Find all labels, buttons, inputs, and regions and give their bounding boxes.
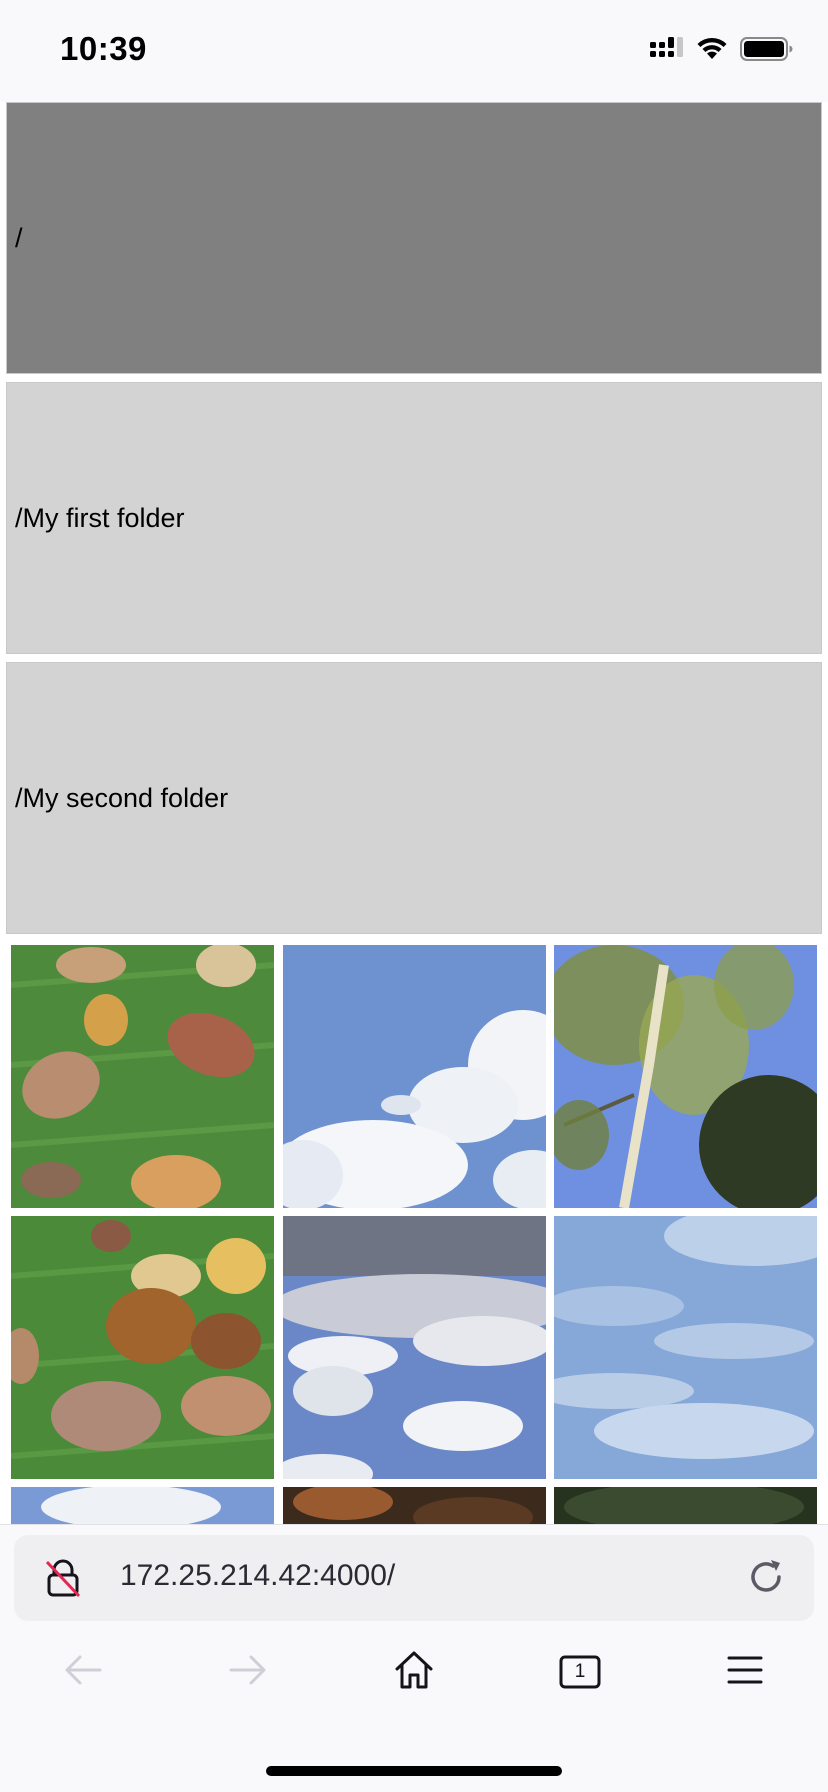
status-time: 10:39 (60, 30, 147, 67)
forward-arrow-icon (227, 1649, 269, 1696)
back-arrow-icon (62, 1649, 104, 1696)
photo-thumbnail-leaves[interactable] (11, 1216, 274, 1479)
battery-icon (740, 36, 794, 67)
forward-button[interactable] (215, 1639, 281, 1705)
photo-thumbnail-leaves[interactable] (11, 945, 274, 1208)
reload-icon[interactable] (746, 1557, 788, 1599)
web-content: / /My first folder /My second folder (0, 102, 828, 1524)
photo-thumbnail-pale-sky[interactable] (554, 1216, 817, 1479)
menu-icon (725, 1652, 765, 1693)
folder-tile-my-first-folder[interactable]: /My first folder (6, 382, 822, 654)
tabs-icon: 1 (559, 1655, 601, 1689)
browser-toolbar: 172.25.214.42:4000/ 1 (0, 1524, 828, 1792)
folder-tile-root[interactable]: / (6, 102, 822, 374)
home-indicator (266, 1766, 562, 1776)
status-bar: 10:39 (0, 0, 828, 102)
insecure-lock-icon[interactable] (42, 1557, 84, 1599)
folder-label: /My second folder (15, 782, 229, 813)
wifi-icon (696, 37, 728, 66)
tabs-button[interactable]: 1 (547, 1639, 613, 1705)
browser-nav-row: 1 (0, 1639, 828, 1705)
photo-thumbnail-dark-trees[interactable] (554, 1487, 817, 1524)
folder-tile-my-second-folder[interactable]: /My second folder (6, 662, 822, 934)
url-text: 172.25.214.42:4000/ (120, 1559, 396, 1592)
home-button[interactable] (381, 1639, 447, 1705)
photo-thumbnail-sky[interactable] (11, 1487, 274, 1524)
phone-screen: 10:39 / /My first folder /My second fold… (0, 0, 828, 1792)
tab-count: 1 (574, 1661, 586, 1682)
status-icons (650, 36, 794, 66)
photo-thumbnail-brown-leaves[interactable] (283, 1487, 546, 1524)
back-button[interactable] (50, 1639, 116, 1705)
photo-thumbnail-grey-clouds[interactable] (283, 1216, 546, 1479)
photo-thumbnail-birch-tree[interactable] (554, 945, 817, 1208)
cellular-signal-icon (650, 36, 684, 66)
folder-label: /My first folder (15, 502, 185, 533)
home-icon (392, 1648, 436, 1697)
photo-thumbnail-sky-clouds[interactable] (283, 945, 546, 1208)
url-bar[interactable]: 172.25.214.42:4000/ (14, 1535, 814, 1621)
menu-button[interactable] (712, 1639, 778, 1705)
folder-label: / (15, 222, 23, 253)
